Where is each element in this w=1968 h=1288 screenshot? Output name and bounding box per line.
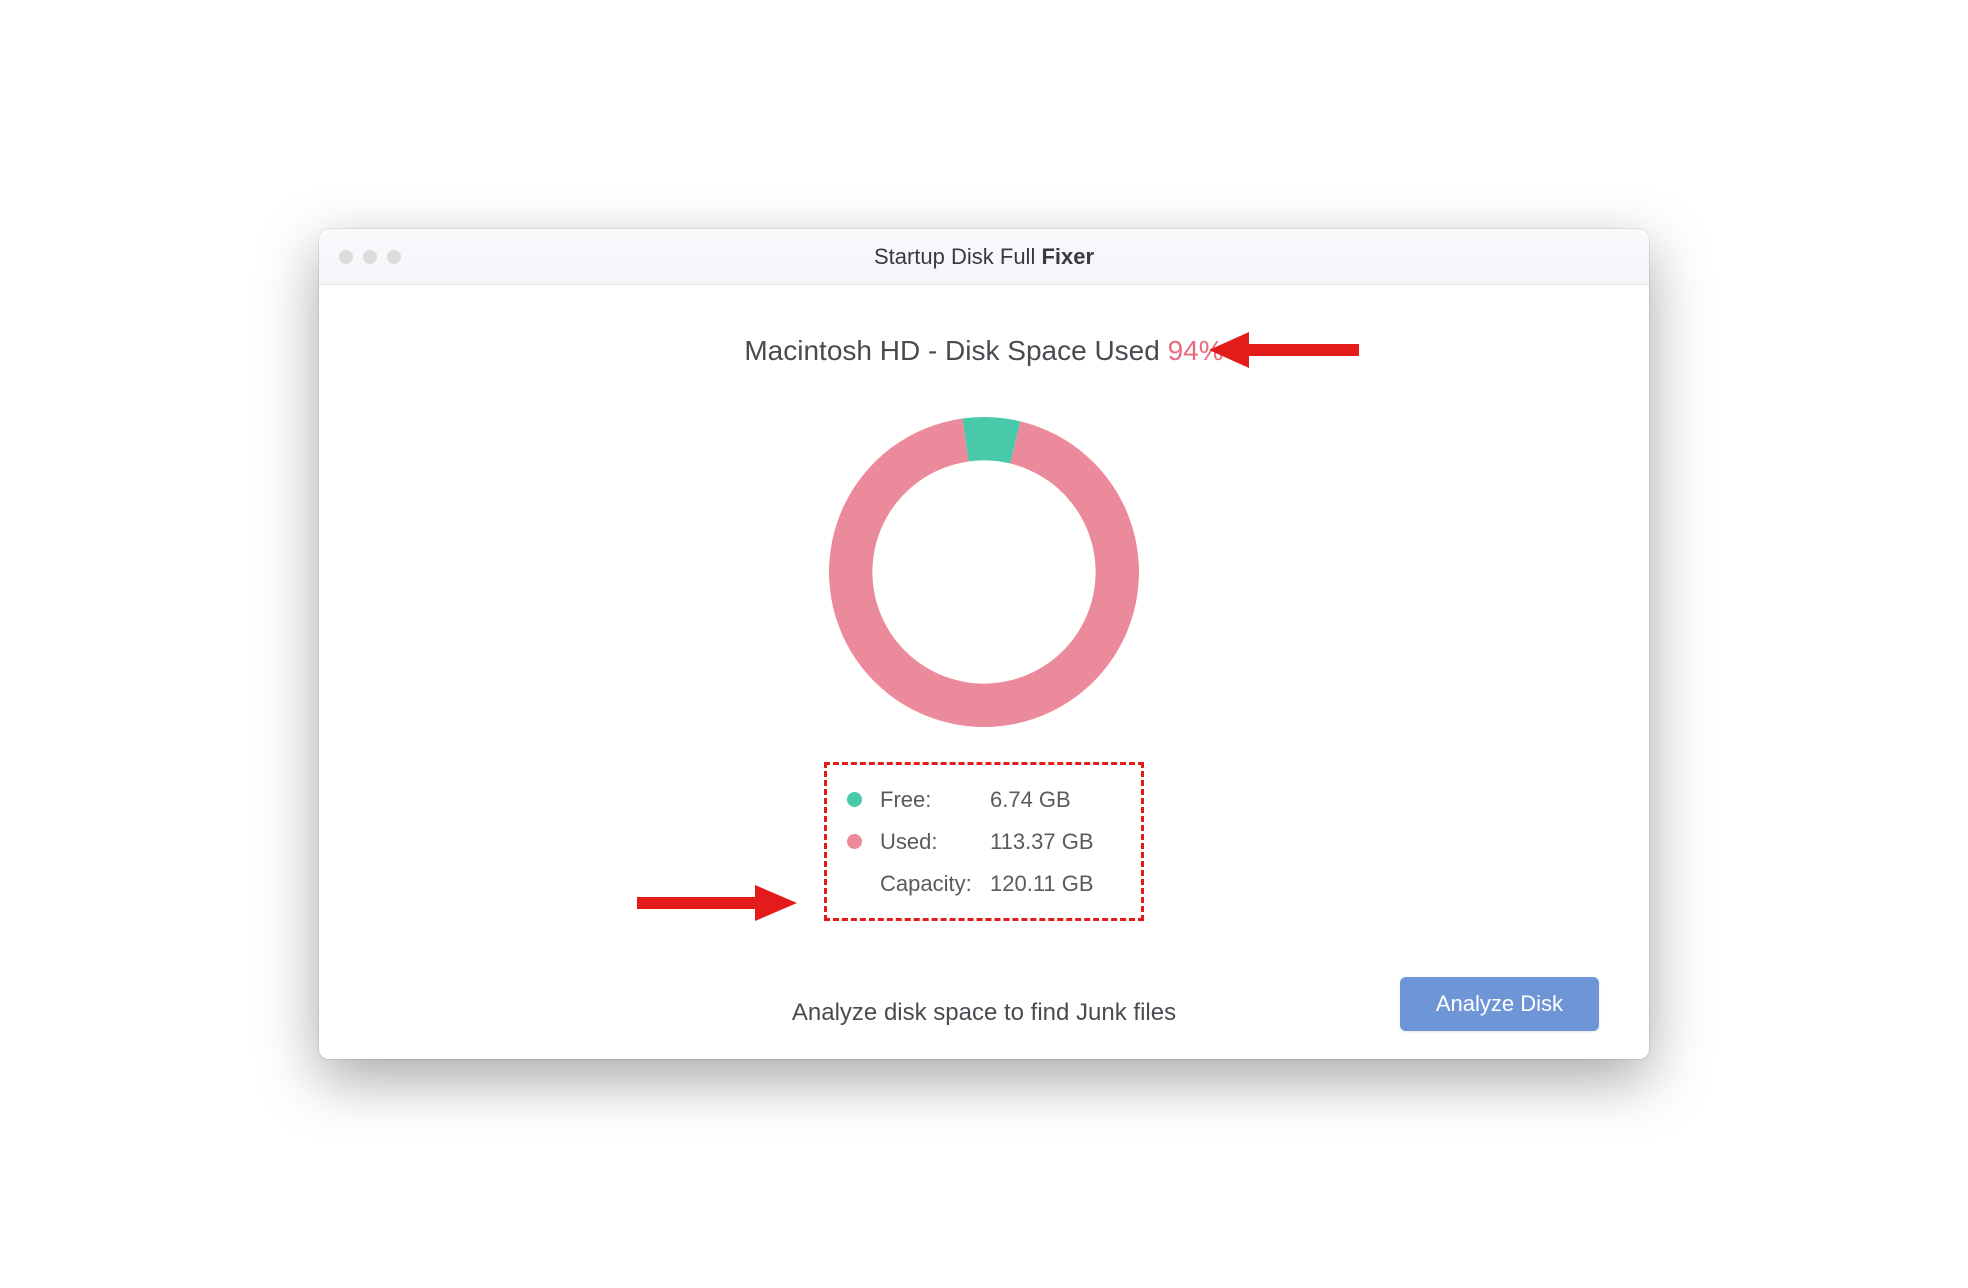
minimize-window-button[interactable] bbox=[363, 250, 377, 264]
close-window-button[interactable] bbox=[339, 250, 353, 264]
zoom-window-button[interactable] bbox=[387, 250, 401, 264]
legend-label-capacity: Capacity: bbox=[880, 863, 990, 905]
footer-text: Analyze disk space to find Junk files bbox=[792, 999, 1176, 1027]
annotation-arrow-left bbox=[637, 881, 797, 925]
legend-row-free: Free: 6.74 GB bbox=[847, 779, 1121, 821]
legend-dot-capacity-icon bbox=[847, 876, 862, 891]
window-title-bold: Fixer bbox=[1041, 244, 1094, 269]
legend-dot-free-icon bbox=[847, 792, 862, 807]
legend-dot-used-icon bbox=[847, 834, 862, 849]
legend-row-used: Used: 113.37 GB bbox=[847, 821, 1121, 863]
window-title: Startup Disk Full Fixer bbox=[319, 244, 1649, 270]
main-content: Macintosh HD - Disk Space Used 94% Free:… bbox=[319, 285, 1649, 1059]
legend-label-used: Used: bbox=[880, 821, 990, 863]
legend-value-used: 113.37 GB bbox=[990, 821, 1121, 863]
app-window: Startup Disk Full Fixer Macintosh HD - D… bbox=[319, 229, 1649, 1059]
legend-row-capacity: Capacity: 120.11 GB bbox=[847, 863, 1121, 905]
window-controls bbox=[319, 250, 401, 264]
legend-box: Free: 6.74 GB Used: 113.37 GB Capacity: … bbox=[824, 762, 1144, 921]
donut-chart-svg bbox=[824, 412, 1144, 732]
heading-text: Macintosh HD - Disk Space Used bbox=[744, 335, 1167, 366]
legend-value-free: 6.74 GB bbox=[990, 779, 1121, 821]
donut-chart bbox=[369, 412, 1599, 732]
titlebar: Startup Disk Full Fixer bbox=[319, 229, 1649, 285]
disk-usage-heading: Macintosh HD - Disk Space Used 94% bbox=[369, 335, 1599, 367]
window-title-prefix: Startup Disk Full bbox=[874, 244, 1042, 269]
legend-value-capacity: 120.11 GB bbox=[990, 863, 1121, 905]
annotation-arrow-top bbox=[1209, 328, 1359, 372]
legend-label-free: Free: bbox=[880, 779, 990, 821]
analyze-disk-button[interactable]: Analyze Disk bbox=[1400, 977, 1599, 1031]
